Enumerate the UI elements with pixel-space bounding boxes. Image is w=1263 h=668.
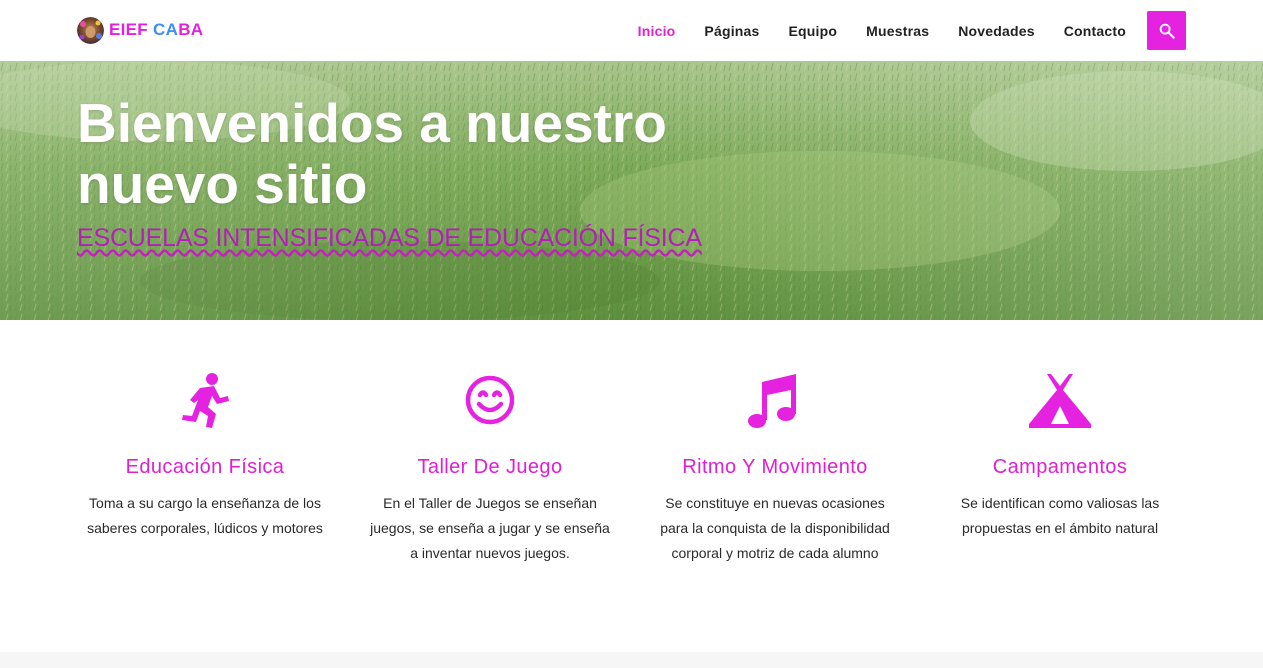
footer-band — [0, 652, 1263, 668]
feature-title: Campamentos — [992, 456, 1128, 478]
brand-name: EIEF CABA — [109, 20, 204, 39]
nav-item-paginas[interactable]: Páginas — [704, 23, 759, 39]
feature-title: Educación Física — [125, 456, 285, 478]
running-person-icon — [182, 373, 229, 428]
feature-text: Se identifican como valiosas las propues… — [960, 495, 1160, 536]
site-header: EIEF CABA Inicio Páginas Equipo Muestras… — [0, 0, 1263, 61]
feature-title: Ritmo Y Movimiento — [682, 456, 868, 478]
feature-text: Toma a su cargo la enseñanza de los sabe… — [87, 495, 323, 536]
feature-title: Taller De Juego — [417, 456, 563, 478]
nav-item-novedades[interactable]: Novedades — [958, 23, 1035, 39]
avatar-logo — [77, 16, 104, 44]
hero-title: Bienvenidos a nuestro nuevo sitio — [77, 92, 667, 215]
hero-banner: Bienvenidos a nuestro nuevo sitio ESCUEL… — [0, 61, 1263, 320]
nav-item-equipo[interactable]: Equipo — [789, 23, 838, 39]
features-section: Educación Física Toma a su cargo la ense… — [0, 320, 1263, 652]
search-icon — [1159, 23, 1175, 39]
feature-text: En el Taller de Juegos se enseñan juegos… — [370, 495, 610, 561]
nav-item-muestras[interactable]: Muestras — [866, 23, 929, 39]
music-notes-icon — [748, 374, 796, 428]
nav-item-contacto[interactable]: Contacto — [1064, 23, 1126, 39]
main-nav: Inicio Páginas Equipo Muestras Novedades… — [609, 0, 1126, 61]
search-button[interactable] — [1147, 11, 1186, 50]
smiley-icon — [465, 375, 515, 425]
brand-link[interactable]: EIEF CABA — [77, 16, 203, 44]
feature-text: Se constituye en nuevas ocasiones para l… — [660, 495, 890, 561]
hero-subtitle-link[interactable]: ESCUELAS INTENSIFICADAS DE EDUCACIÓN FÍS… — [77, 224, 702, 253]
nav-item-inicio[interactable]: Inicio — [638, 23, 676, 39]
tent-icon — [1029, 374, 1091, 428]
